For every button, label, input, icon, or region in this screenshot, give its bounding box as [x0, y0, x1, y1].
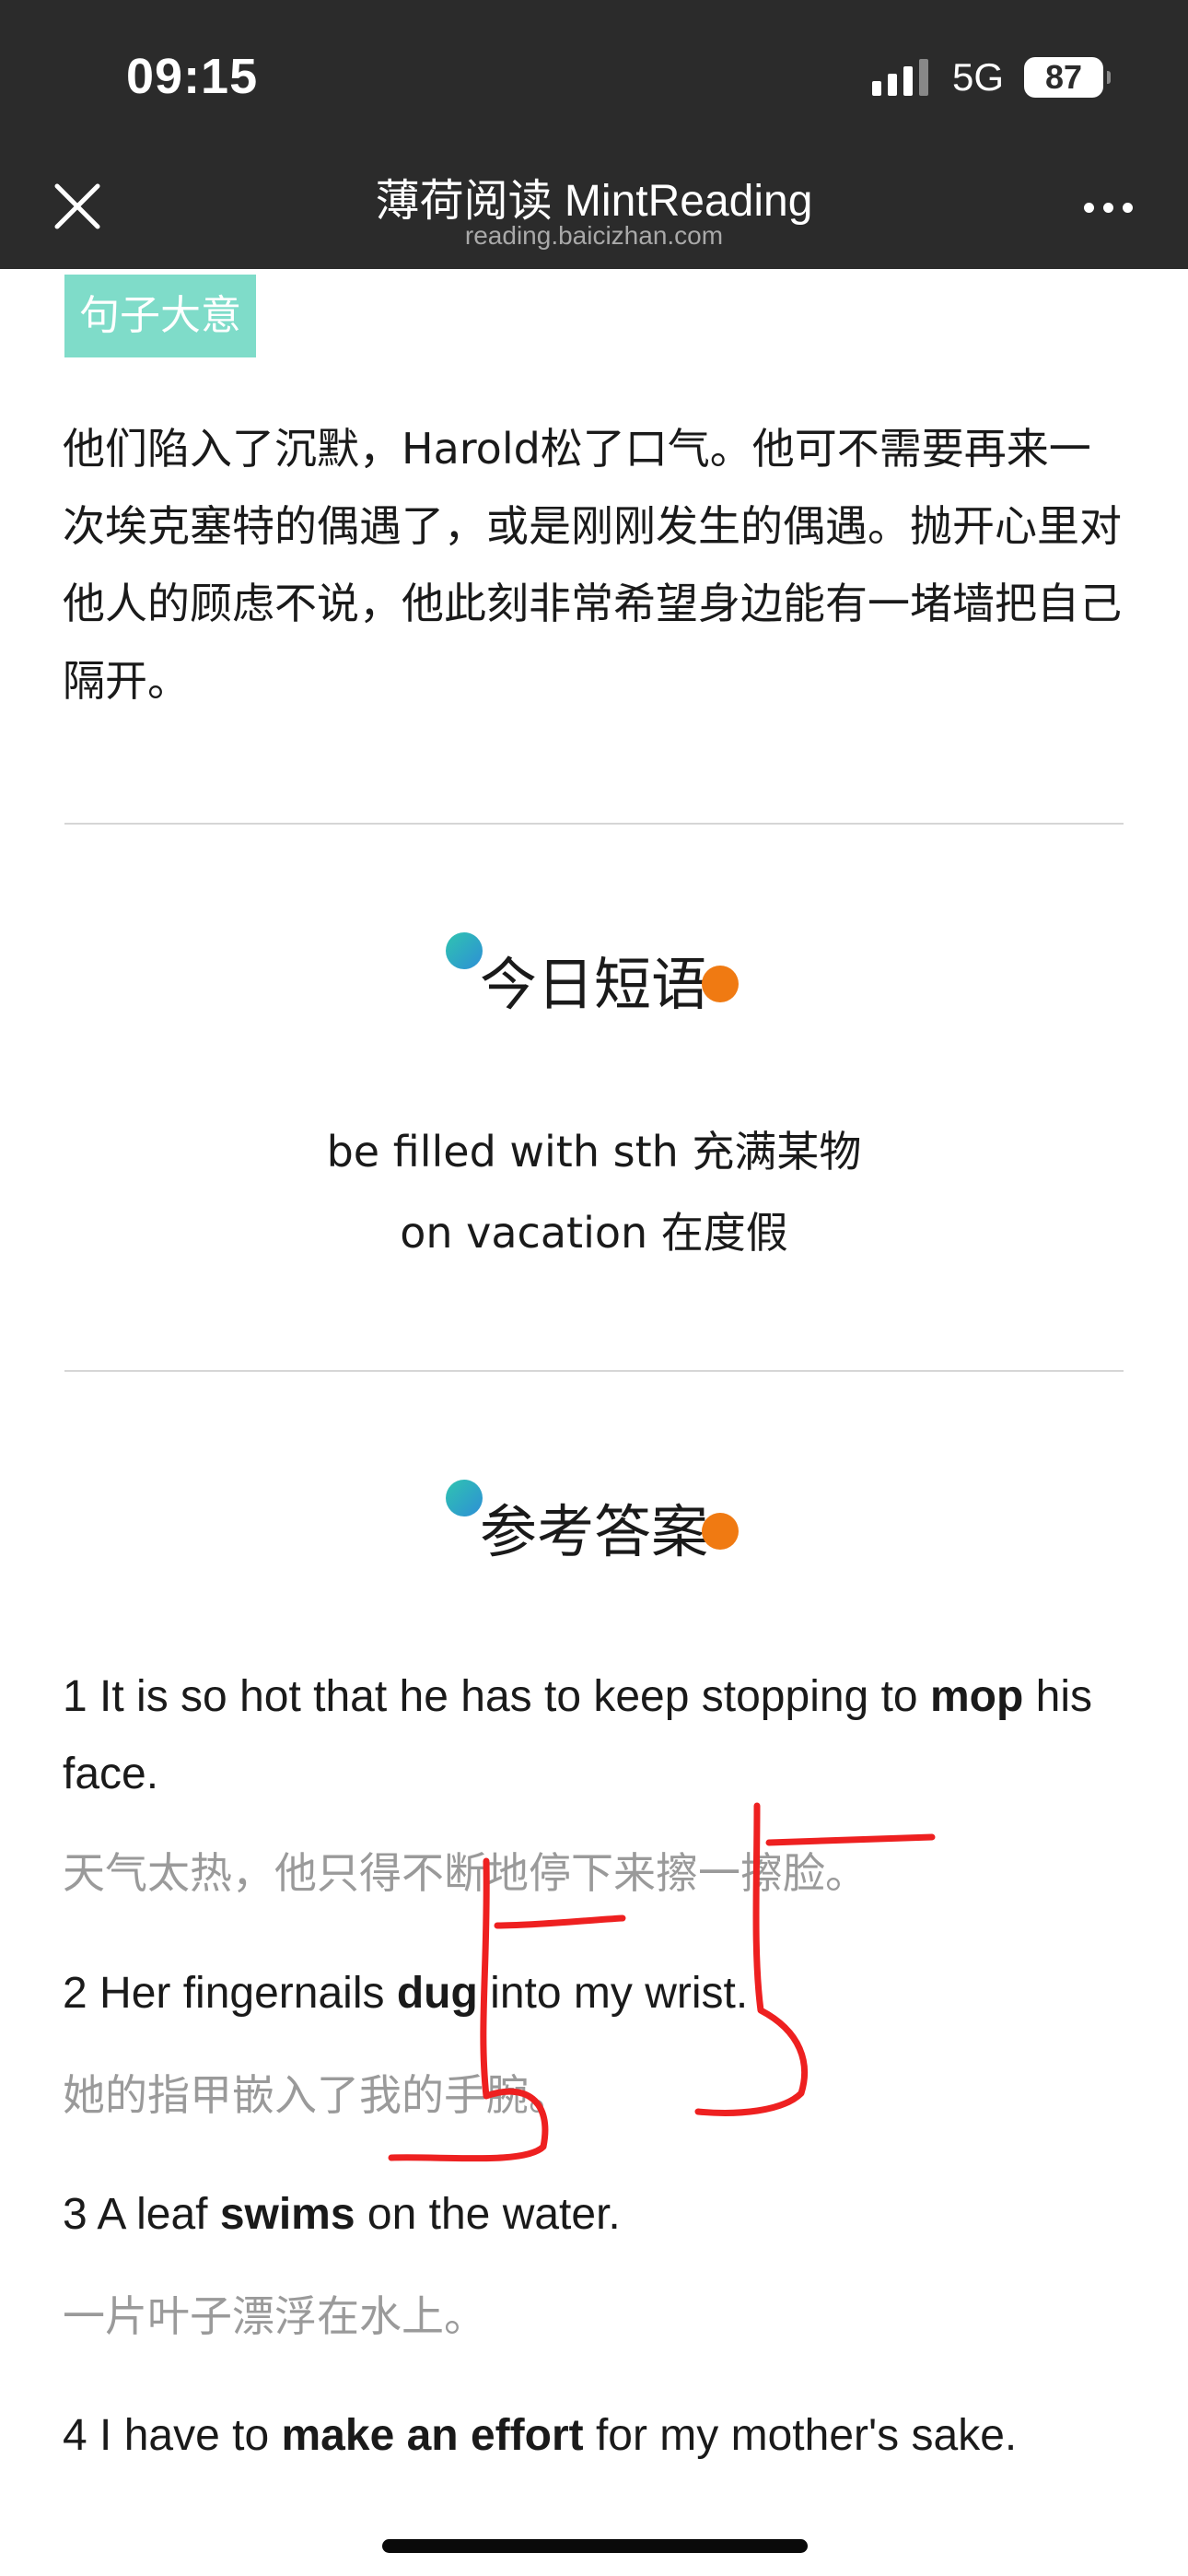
battery-icon: 87 [1024, 57, 1111, 98]
network-type: 5G [951, 55, 1004, 99]
answer-translation-2: 她的指甲嵌入了我的手腕。 [63, 2070, 571, 2120]
answers-heading: 参考答案 [479, 1498, 708, 1565]
answer-sentence-2: 2 Her fingernails dug into my wrist. [63, 1955, 1131, 2032]
more-dot-icon [1084, 203, 1094, 213]
more-dot-icon [1103, 203, 1113, 213]
nav-subtitle: reading.baicizhan.com [464, 221, 724, 250]
top-header: 09:15 5G 87 薄荷阅读 MintReading reading.bai… [0, 0, 1188, 269]
answer-sentence-4: 4 I have to make an effort for my mother… [63, 2397, 1131, 2475]
more-dot-icon [1123, 203, 1133, 213]
divider [64, 823, 1124, 825]
answer-keyword: make an effort [281, 2397, 584, 2475]
answer-translation-1: 天气太热，他只得不断地停下来擦一擦脸。 [63, 1848, 868, 1898]
reading-page: 09:15 5G 87 薄荷阅读 MintReading reading.bai… [0, 0, 1188, 2576]
status-time: 09:15 [126, 49, 259, 104]
answer-keyword: mop [929, 1658, 1024, 1736]
answer-keyword: swims [219, 2176, 355, 2254]
more-options-button[interactable] [1084, 203, 1133, 213]
heading-dot-icon [702, 966, 739, 1002]
answer-sentence-3: 3 A leaf swims on the water. [63, 2176, 1131, 2254]
divider [64, 1370, 1124, 1372]
signal-icon [871, 59, 928, 96]
phrase-item: be filled with sth 充满某物 [326, 1127, 862, 1177]
answer-translation-3: 一片叶子漂浮在水上。 [63, 2291, 486, 2341]
answer-sentence-1: 1 It is so hot that he has to keep stopp… [63, 1658, 1131, 1813]
answer-keyword: dug [396, 1955, 478, 2032]
status-indicators: 5G 87 [871, 55, 1111, 100]
nav-title: 薄荷阅读 MintReading [375, 177, 813, 226]
phrases-heading: 今日短语 [479, 951, 708, 1018]
home-indicator [382, 2539, 808, 2553]
meaning-paragraph: 他们陷入了沉默，Harold松了口气。他可不需要再来一次埃克塞特的偶遇了，或是刚… [63, 424, 1122, 706]
section-tag: 句子大意 [64, 275, 256, 357]
phrase-item: on vacation 在度假 [400, 1208, 788, 1258]
heading-dot-icon [702, 1513, 739, 1550]
